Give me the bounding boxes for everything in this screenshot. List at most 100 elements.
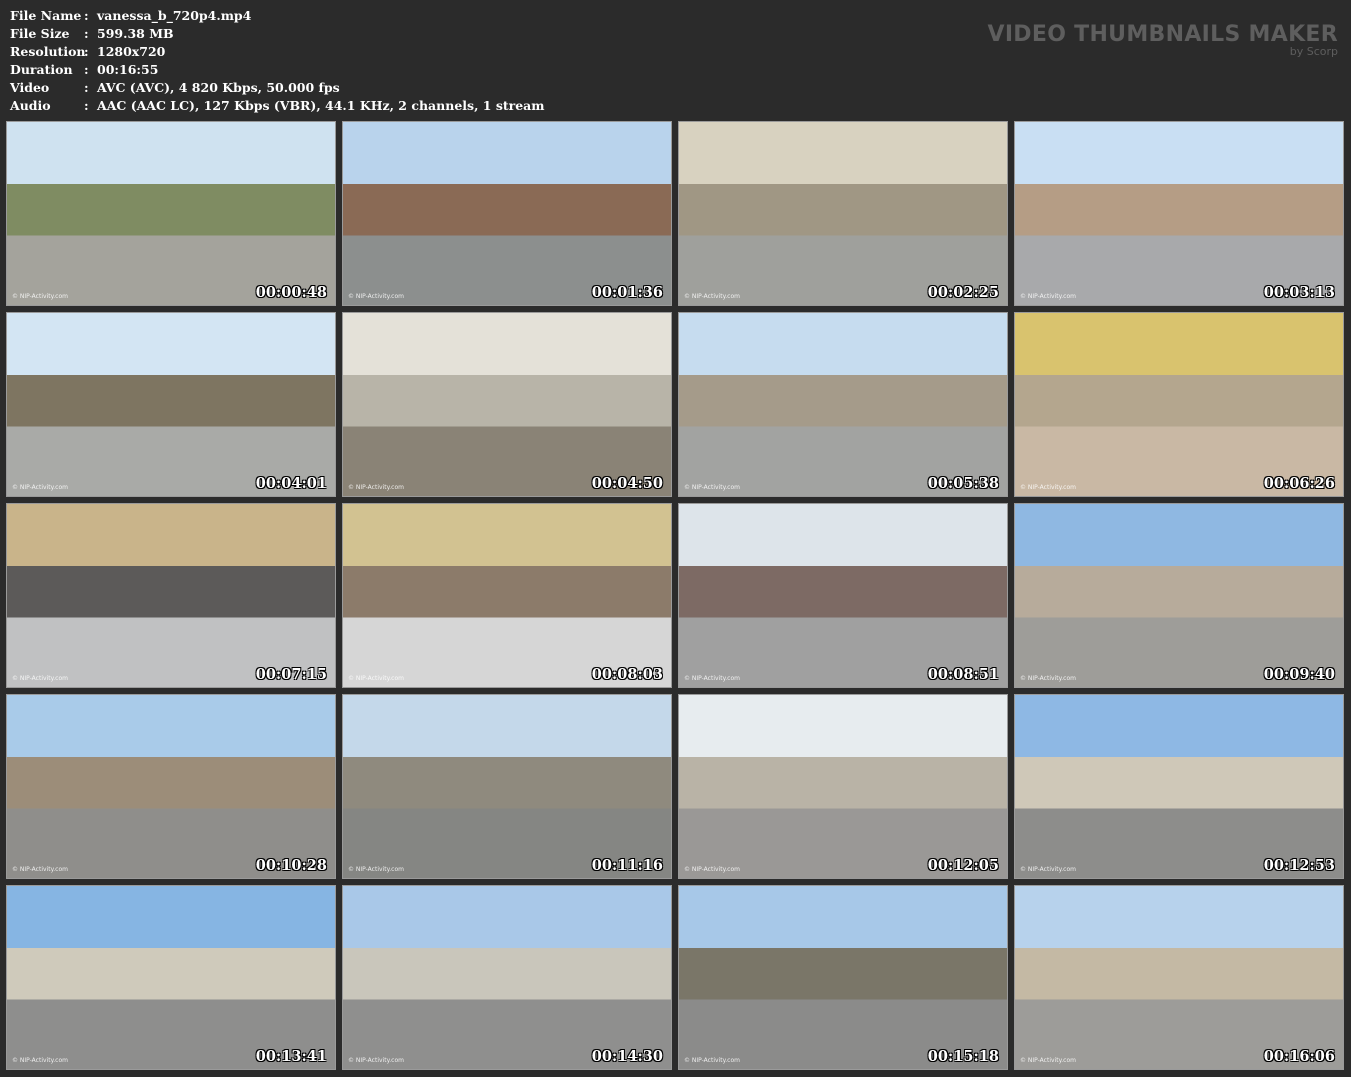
video-thumbnail[interactable]: © NIP-Activity.com 00:03:13 xyxy=(1014,121,1344,306)
thumbnail-timestamp: 00:02:25 xyxy=(927,284,999,301)
file-info-value: 599.38 MB xyxy=(97,26,174,41)
video-thumbnail[interactable]: © NIP-Activity.com 00:05:38 xyxy=(678,312,1008,497)
thumbnail-timestamp: 00:10:28 xyxy=(255,857,327,874)
file-info-value: AVC (AVC), 4 820 Kbps, 50.000 fps xyxy=(97,80,340,95)
file-info-label: File Size xyxy=(10,26,70,41)
thumbnail-grid: © NIP-Activity.com 00:00:48 © NIP-Activity… xyxy=(6,121,1344,1070)
thumbnail-watermark: © NIP-Activity.com xyxy=(1020,1057,1076,1064)
file-info-separator: : xyxy=(84,44,89,59)
video-thumbnail[interactable]: © NIP-Activity.com 00:02:25 xyxy=(678,121,1008,306)
thumbnail-frame-image xyxy=(679,122,1007,305)
thumbnail-frame-image xyxy=(679,886,1007,1069)
thumbnail-watermark: © NIP-Activity.com xyxy=(1020,484,1076,491)
thumbnail-watermark: © NIP-Activity.com xyxy=(684,293,740,300)
video-thumbnail[interactable]: © NIP-Activity.com 00:13:41 xyxy=(6,885,336,1070)
thumbnail-timestamp: 00:04:01 xyxy=(255,475,327,492)
thumbnail-watermark: © NIP-Activity.com xyxy=(12,484,68,491)
video-thumbnail[interactable]: © NIP-Activity.com 00:12:53 xyxy=(1014,694,1344,879)
thumbnail-timestamp: 00:11:16 xyxy=(591,857,663,874)
file-info-separator: : xyxy=(84,8,89,23)
thumbnail-timestamp: 00:12:05 xyxy=(927,857,999,874)
thumbnail-timestamp: 00:08:51 xyxy=(927,666,999,683)
file-info-value: AAC (AAC LC), 127 Kbps (VBR), 44.1 KHz, … xyxy=(97,98,545,113)
thumbnail-watermark: © NIP-Activity.com xyxy=(684,866,740,873)
thumbnail-watermark: © NIP-Activity.com xyxy=(1020,293,1076,300)
video-thumbnail[interactable]: © NIP-Activity.com 00:16:06 xyxy=(1014,885,1344,1070)
file-info-separator: : xyxy=(84,98,89,113)
video-thumbnail[interactable]: © NIP-Activity.com 00:12:05 xyxy=(678,694,1008,879)
thumbnail-frame-image xyxy=(7,504,335,687)
thumbnail-frame-image xyxy=(343,122,671,305)
thumbnail-watermark: © NIP-Activity.com xyxy=(12,675,68,682)
file-info-value: vanessa_b_720p4.mp4 xyxy=(97,8,252,23)
thumbnail-timestamp: 00:05:38 xyxy=(927,475,999,492)
thumbnail-frame-image xyxy=(1015,504,1343,687)
file-info-row: Resolution:1280x720 xyxy=(10,43,545,61)
video-thumbnail[interactable]: © NIP-Activity.com 00:15:18 xyxy=(678,885,1008,1070)
brand: VIDEO THUMBNAILS MAKER by Scorp xyxy=(988,22,1339,58)
video-thumbnail[interactable]: © NIP-Activity.com 00:14:30 xyxy=(342,885,672,1070)
thumbnail-frame-image xyxy=(1015,313,1343,496)
thumbnail-frame-image xyxy=(7,886,335,1069)
thumbnail-watermark: © NIP-Activity.com xyxy=(684,1057,740,1064)
brand-title: VIDEO THUMBNAILS MAKER xyxy=(987,22,1338,47)
thumbnail-watermark: © NIP-Activity.com xyxy=(12,1057,68,1064)
file-info-value: 00:16:55 xyxy=(97,62,159,77)
thumbnail-frame-image xyxy=(7,313,335,496)
video-thumbnail[interactable]: © NIP-Activity.com 00:10:28 xyxy=(6,694,336,879)
thumbnail-frame-image xyxy=(343,504,671,687)
thumbnail-timestamp: 00:13:41 xyxy=(255,1048,327,1065)
file-info-label: Duration xyxy=(10,62,73,77)
thumbnail-watermark: © NIP-Activity.com xyxy=(348,293,404,300)
video-thumbnail[interactable]: © NIP-Activity.com 00:08:03 xyxy=(342,503,672,688)
thumbnail-watermark: © NIP-Activity.com xyxy=(684,484,740,491)
thumbnail-timestamp: 00:12:53 xyxy=(1263,857,1335,874)
thumbnail-watermark: © NIP-Activity.com xyxy=(1020,675,1076,682)
thumbnail-watermark: © NIP-Activity.com xyxy=(1020,866,1076,873)
file-info-separator: : xyxy=(84,62,89,77)
video-thumbnail[interactable]: © NIP-Activity.com 00:01:36 xyxy=(342,121,672,306)
file-info-label: Resolution xyxy=(10,44,86,59)
thumbnail-watermark: © NIP-Activity.com xyxy=(348,1057,404,1064)
thumbnail-frame-image xyxy=(679,695,1007,878)
thumbnail-frame-image xyxy=(7,122,335,305)
thumbnail-frame-image xyxy=(7,695,335,878)
file-info-separator: : xyxy=(84,26,89,41)
video-thumbnail[interactable]: © NIP-Activity.com 00:00:48 xyxy=(6,121,336,306)
thumbnail-watermark: © NIP-Activity.com xyxy=(12,293,68,300)
thumbnail-timestamp: 00:06:26 xyxy=(1263,475,1335,492)
file-info-row: File Size:599.38 MB xyxy=(10,25,545,43)
thumbnail-timestamp: 00:08:03 xyxy=(591,666,663,683)
thumbnail-timestamp: 00:15:18 xyxy=(927,1048,999,1065)
thumbnail-watermark: © NIP-Activity.com xyxy=(348,675,404,682)
thumbnail-frame-image xyxy=(679,313,1007,496)
thumbnail-timestamp: 00:01:36 xyxy=(591,284,663,301)
video-thumbnail[interactable]: © NIP-Activity.com 00:06:26 xyxy=(1014,312,1344,497)
video-thumbnail[interactable]: © NIP-Activity.com 00:09:40 xyxy=(1014,503,1344,688)
thumbnail-frame-image xyxy=(1015,886,1343,1069)
video-thumbnail[interactable]: © NIP-Activity.com 00:07:15 xyxy=(6,503,336,688)
thumbnail-timestamp: 00:04:50 xyxy=(591,475,663,492)
thumbnail-timestamp: 00:07:15 xyxy=(255,666,327,683)
thumbnail-timestamp: 00:16:06 xyxy=(1263,1048,1335,1065)
file-info-label: Audio xyxy=(10,98,51,113)
file-info-label: File Name xyxy=(10,8,82,23)
video-thumbnail[interactable]: © NIP-Activity.com 00:04:01 xyxy=(6,312,336,497)
thumbnail-frame-image xyxy=(1015,122,1343,305)
thumbnail-frame-image xyxy=(343,313,671,496)
video-thumbnail[interactable]: © NIP-Activity.com 00:11:16 xyxy=(342,694,672,879)
thumbnail-timestamp: 00:14:30 xyxy=(591,1048,663,1065)
file-info-row: Audio: AAC (AAC LC), 127 Kbps (VBR), 44.1… xyxy=(10,97,545,115)
video-thumbnail[interactable]: © NIP-Activity.com 00:08:51 xyxy=(678,503,1008,688)
thumbnail-frame-image xyxy=(343,695,671,878)
thumbnail-frame-image xyxy=(343,886,671,1069)
thumbnail-frame-image xyxy=(1015,695,1343,878)
file-info-row: Duration:00:16:55 xyxy=(10,61,545,79)
file-info-row: Video: AVC (AVC), 4 820 Kbps, 50.000 fps xyxy=(10,79,545,97)
video-thumbnail[interactable]: © NIP-Activity.com 00:04:50 xyxy=(342,312,672,497)
file-info-row: File Name: vanessa_b_720p4.mp4 xyxy=(10,7,545,25)
thumbnail-watermark: © NIP-Activity.com xyxy=(348,866,404,873)
thumbnail-timestamp: 00:09:40 xyxy=(1263,666,1335,683)
file-info-value: 1280x720 xyxy=(97,44,166,59)
thumbnail-watermark: © NIP-Activity.com xyxy=(348,484,404,491)
